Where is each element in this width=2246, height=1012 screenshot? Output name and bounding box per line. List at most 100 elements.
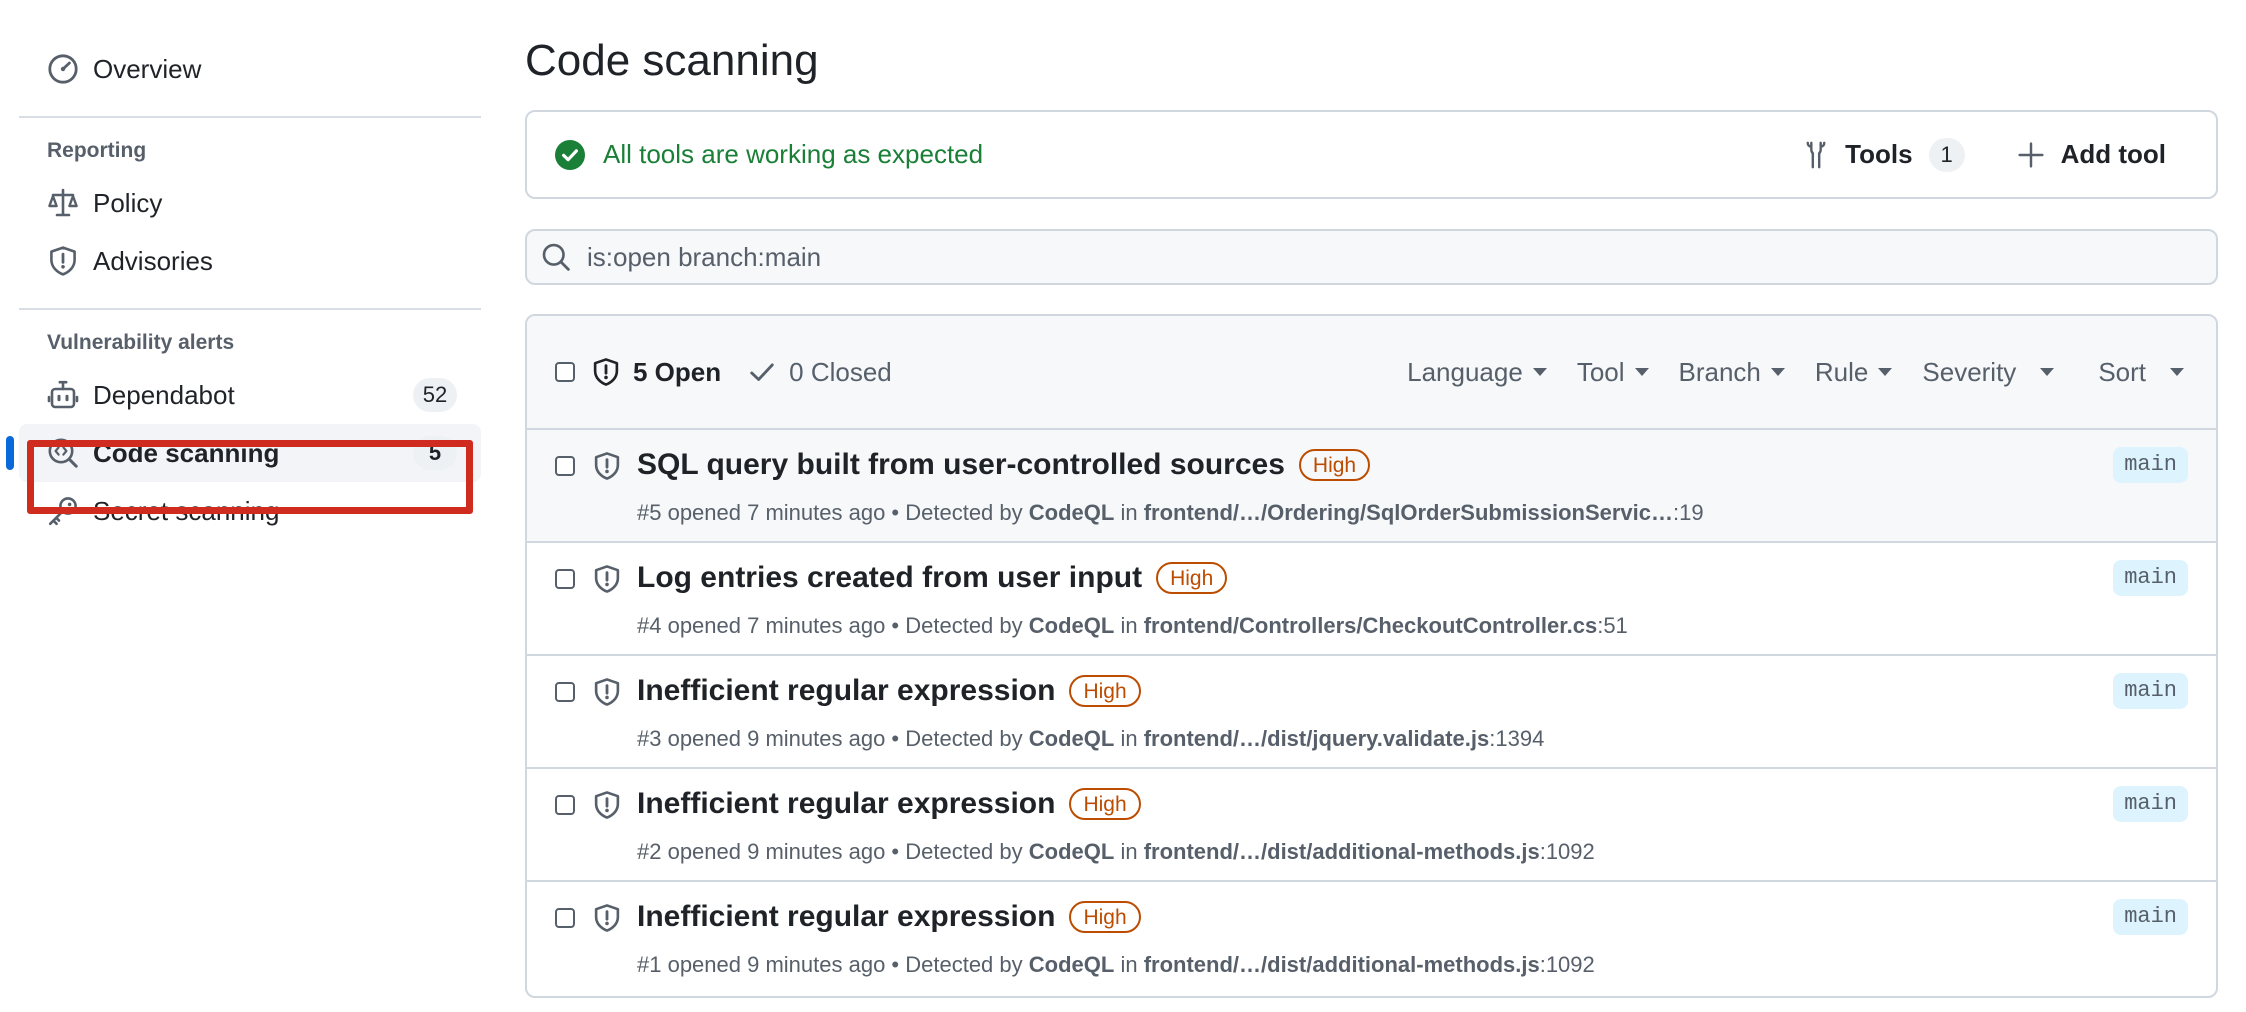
shield-icon <box>592 790 622 820</box>
alert-title-link[interactable]: Inefficient regular expression <box>637 900 1055 934</box>
alert-meta: #1 opened 9 minutes ago • Detected by Co… <box>637 952 1595 978</box>
filter-label: Tool <box>1576 356 1625 387</box>
branch-label[interactable]: main <box>2113 673 2188 709</box>
tool-status-message: All tools are working as expected <box>603 139 984 169</box>
alert-title-link[interactable]: Log entries created from user input <box>637 561 1142 595</box>
sidebar-item-label: Overview <box>93 53 202 84</box>
alert-file-path[interactable]: frontend/…/Ordering/SqlOrderSubmissionSe… <box>1144 500 1673 525</box>
branch-label[interactable]: main <box>2113 786 2188 822</box>
alert-title-line: Log entries created from user input High <box>637 561 1228 595</box>
filter-label: Sort <box>2098 356 2146 387</box>
severity-badge: High <box>1156 562 1228 594</box>
shield-icon <box>592 564 622 594</box>
page-title: Code scanning <box>525 36 819 85</box>
alert-row[interactable]: Log entries created from user input High… <box>527 543 2216 656</box>
rule-filter[interactable]: Rule <box>1815 357 1893 388</box>
shield-icon <box>592 677 622 707</box>
branch-filter[interactable]: Branch <box>1679 357 1785 388</box>
sidebar-item-code-scanning[interactable]: Code scanning 5 <box>6 424 481 482</box>
section-heading-vulnerability-alerts: Vulnerability alerts <box>47 331 235 354</box>
sidebar-item-label: Secret scanning <box>93 495 280 526</box>
chevron-down-icon <box>2040 368 2055 376</box>
alert-file-path[interactable]: frontend/…/dist/additional-methods.js <box>1144 952 1540 977</box>
alert-title-link[interactable]: Inefficient regular expression <box>637 787 1055 821</box>
language-filter[interactable]: Language <box>1407 357 1547 388</box>
plus-icon <box>2017 141 2045 169</box>
select-all-checkbox[interactable] <box>555 362 575 382</box>
alert-checkbox[interactable] <box>555 795 575 815</box>
alert-title-link[interactable]: SQL query built from user-controlled sou… <box>637 448 1285 482</box>
sidebar-item-label: Dependabot <box>93 379 235 410</box>
alert-meta: #2 opened 9 minutes ago • Detected by Co… <box>637 839 1595 865</box>
severity-filter[interactable]: Severity <box>1922 356 2055 388</box>
tool-status-bar: All tools are working as expected Tools … <box>525 110 2218 199</box>
add-tool-button[interactable]: Add tool <box>2017 139 2166 170</box>
tools-button[interactable]: Tools 1 <box>1801 137 1965 172</box>
tool-actions: Tools 1 Add tool <box>1801 137 2166 172</box>
alert-checkbox[interactable] <box>555 569 575 589</box>
closed-alerts-filter[interactable]: 0 Closed <box>747 357 892 388</box>
chevron-down-icon <box>1634 368 1649 376</box>
search-icon <box>541 242 571 272</box>
alert-checkbox[interactable] <box>555 682 575 702</box>
code-scanning-count-badge: 5 <box>413 436 457 470</box>
alert-checkbox[interactable] <box>555 456 575 476</box>
alert-meta-prefix: #3 opened 9 minutes ago • Detected by <box>637 726 1023 751</box>
alert-checkbox[interactable] <box>555 908 575 928</box>
alert-line-number: :1394 <box>1489 726 1545 751</box>
chevron-down-icon <box>1532 368 1547 376</box>
branch-label[interactable]: main <box>2113 899 2188 935</box>
alert-row[interactable]: Inefficient regular expression High #3 o… <box>527 656 2216 769</box>
alert-row[interactable]: Inefficient regular expression High #1 o… <box>527 882 2216 995</box>
sort-menu[interactable]: Sort <box>2098 357 2184 388</box>
alert-title-link[interactable]: Inefficient regular expression <box>637 674 1055 708</box>
sidebar-item-secret-scanning[interactable]: Secret scanning <box>19 482 481 540</box>
alert-meta: #4 opened 7 minutes ago • Detected by Co… <box>637 613 1628 639</box>
branch-label[interactable]: main <box>2113 447 2188 483</box>
sidebar-item-overview[interactable]: Overview <box>19 40 481 98</box>
filter-label: Branch <box>1678 356 1761 387</box>
alert-file-path[interactable]: frontend/…/dist/jquery.validate.js <box>1144 726 1490 751</box>
alert-line-number: :1092 <box>1539 839 1595 864</box>
tool-filter[interactable]: Tool <box>1577 357 1649 388</box>
sidebar-item-dependabot[interactable]: Dependabot 52 <box>19 366 481 424</box>
codescan-icon <box>47 437 79 469</box>
alert-meta: #3 opened 9 minutes ago • Detected by Co… <box>637 726 1544 752</box>
alert-meta-prefix: #2 opened 9 minutes ago • Detected by <box>637 839 1023 864</box>
alert-line-number: :51 <box>1597 613 1628 638</box>
alerts-table: 5 Open 0 Closed Language Tool Branch Rul… <box>525 314 2218 998</box>
alert-meta-in: in <box>1120 839 1138 864</box>
alert-tool: CodeQL <box>1028 613 1115 638</box>
check-circle-icon <box>555 139 585 170</box>
alert-title-line: Inefficient regular expression High <box>637 900 1141 934</box>
alert-file-path[interactable]: frontend/Controllers/CheckoutController.… <box>1144 613 1598 638</box>
dependabot-count-badge: 52 <box>413 378 457 412</box>
alert-tool: CodeQL <box>1028 500 1115 525</box>
law-icon <box>47 187 79 219</box>
sidebar-item-advisories[interactable]: Advisories <box>19 232 481 290</box>
filter-label: Severity <box>1922 356 2017 387</box>
tools-count-badge: 1 <box>1928 137 1965 172</box>
tool-status: All tools are working as expected <box>555 139 983 170</box>
alert-title-line: Inefficient regular expression High <box>637 787 1141 821</box>
alert-row[interactable]: Inefficient regular expression High #2 o… <box>527 769 2216 882</box>
shield-icon <box>592 451 622 481</box>
add-tool-label: Add tool <box>2060 139 2166 169</box>
search-input[interactable] <box>585 240 2089 274</box>
alert-file-path[interactable]: frontend/…/dist/additional-methods.js <box>1144 839 1540 864</box>
alert-meta-in: in <box>1120 500 1138 525</box>
alert-line-number: :1092 <box>1539 952 1595 977</box>
severity-badge: High <box>1069 675 1141 707</box>
section-heading-reporting: Reporting <box>47 139 147 162</box>
shield-icon <box>591 357 621 387</box>
open-alerts-filter[interactable]: 5 Open <box>591 357 721 388</box>
sidebar-item-policy[interactable]: Policy <box>19 174 481 232</box>
key-icon <box>47 495 79 527</box>
sidebar: Overview Reporting Policy Advisories Vul… <box>6 40 481 540</box>
alert-row[interactable]: SQL query built from user-controlled sou… <box>527 430 2216 543</box>
chevron-down-icon <box>1770 368 1785 376</box>
alert-meta-in: in <box>1120 952 1138 977</box>
alert-meta-in: in <box>1120 613 1138 638</box>
branch-label[interactable]: main <box>2113 560 2188 596</box>
filter-menus: Language Tool Branch Rule Severity Sort <box>1377 357 2184 388</box>
